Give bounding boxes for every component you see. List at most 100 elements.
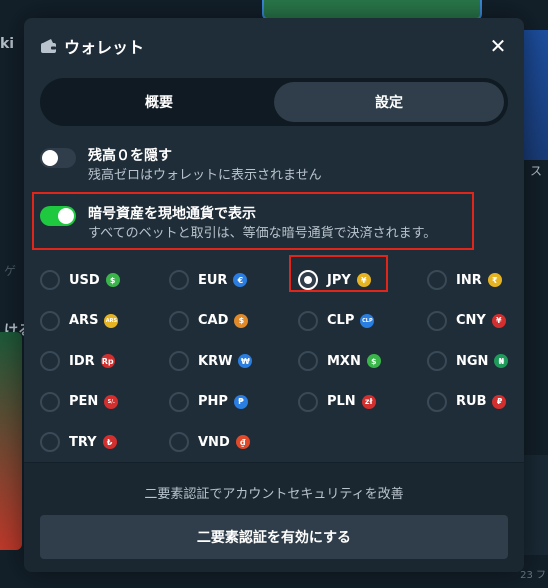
pln-currency-icon: zł bbox=[361, 394, 376, 409]
currency-radio[interactable] bbox=[298, 351, 318, 372]
ngn-currency-icon: ₦ bbox=[494, 354, 509, 369]
background-game-card bbox=[522, 455, 548, 555]
currency-radio[interactable] bbox=[298, 310, 318, 331]
currency-radio[interactable] bbox=[298, 270, 318, 291]
enable-twofa-button[interactable]: 二要素認証を有効にする bbox=[40, 515, 508, 559]
currency-code: EUR bbox=[198, 272, 228, 288]
currency-radio[interactable] bbox=[427, 310, 447, 331]
currency-option-idr[interactable]: IDR Rp bbox=[40, 341, 169, 382]
currency-option-ngn[interactable]: NGN ₦ bbox=[427, 341, 548, 382]
try-currency-icon: ₺ bbox=[102, 435, 117, 450]
currency-radio[interactable] bbox=[40, 351, 60, 372]
currency-code: VND bbox=[198, 434, 230, 450]
currency-radio[interactable] bbox=[169, 391, 189, 412]
currency-code: MXN bbox=[327, 353, 361, 369]
currency-option-pln[interactable]: PLN zł bbox=[298, 382, 427, 423]
currency-code: TRY bbox=[69, 434, 97, 450]
background-text: ス bbox=[529, 164, 542, 178]
vnd-currency-icon: ₫ bbox=[235, 435, 250, 450]
close-icon[interactable]: ✕ bbox=[488, 36, 508, 56]
currency-option-try[interactable]: TRY ₺ bbox=[40, 422, 169, 463]
currency-radio[interactable] bbox=[169, 432, 189, 453]
cny-currency-icon: ¥ bbox=[491, 313, 506, 328]
currency-option-ars[interactable]: ARS ARS bbox=[40, 301, 169, 342]
background-banner bbox=[262, 0, 482, 20]
hide-zero-label: 残高０を隠す bbox=[88, 148, 172, 164]
currency-option-usd[interactable]: USD $ bbox=[40, 260, 169, 301]
display-fiat-description: すべてのベットと取引は、等価な暗号通貨で決済されます。 bbox=[88, 226, 437, 241]
currency-code: IDR bbox=[69, 353, 95, 369]
currency-option-jpy[interactable]: JPY ¥ bbox=[298, 260, 427, 301]
tab-overview[interactable]: 概要 bbox=[44, 82, 274, 122]
currency-option-pen[interactable]: PEN S/. bbox=[40, 382, 169, 423]
background-game-card bbox=[522, 30, 548, 160]
currency-radio[interactable] bbox=[427, 270, 447, 291]
currency-radio[interactable] bbox=[169, 351, 189, 372]
twofa-prompt: 二要素認証でアカウントセキュリティを改善 bbox=[144, 487, 404, 502]
clp-currency-icon: CLP bbox=[360, 313, 375, 328]
currency-code: CAD bbox=[198, 313, 229, 329]
rub-currency-icon: ₽ bbox=[492, 394, 507, 409]
currency-radio[interactable] bbox=[40, 270, 60, 291]
ars-currency-icon: ARS bbox=[104, 313, 119, 328]
currency-option-krw[interactable]: KRW ₩ bbox=[169, 341, 298, 382]
currency-code: JPY bbox=[327, 272, 351, 288]
currency-code: RUB bbox=[456, 394, 487, 410]
currency-code: PLN bbox=[327, 394, 356, 410]
currency-radio[interactable] bbox=[40, 432, 60, 453]
currency-radio[interactable] bbox=[169, 270, 189, 291]
currency-option-rub[interactable]: RUB ₽ bbox=[427, 382, 548, 423]
display-fiat-label: 暗号資産を現地通貨で表示 bbox=[88, 206, 256, 222]
currency-code: CNY bbox=[456, 313, 486, 329]
currency-code: CLP bbox=[327, 313, 355, 329]
modal-header: ウォレット bbox=[40, 34, 144, 58]
wallet-tabs: 概要 設定 bbox=[40, 78, 508, 126]
hide-zero-setting: 残高０を隠す 残高ゼロはウォレットに表示されません bbox=[40, 146, 322, 186]
currency-radio[interactable] bbox=[427, 391, 447, 412]
currency-code: PHP bbox=[198, 394, 228, 410]
currency-option-eur[interactable]: EUR € bbox=[169, 260, 298, 301]
currency-option-cad[interactable]: CAD $ bbox=[169, 301, 298, 342]
wallet-icon bbox=[40, 38, 58, 54]
currency-option-vnd[interactable]: VND ₫ bbox=[169, 422, 298, 463]
tab-settings[interactable]: 設定 bbox=[274, 82, 504, 122]
background-text: ki bbox=[0, 36, 15, 52]
jpy-currency-icon: ¥ bbox=[356, 273, 371, 288]
eur-currency-icon: € bbox=[233, 273, 248, 288]
currency-code: KRW bbox=[198, 353, 233, 369]
currency-code: PEN bbox=[69, 394, 99, 410]
inr-currency-icon: ₹ bbox=[487, 273, 502, 288]
currency-option-cny[interactable]: CNY ¥ bbox=[427, 301, 548, 342]
pen-currency-icon: S/. bbox=[104, 394, 119, 409]
background-text: ゲ bbox=[4, 264, 17, 278]
display-fiat-toggle[interactable] bbox=[40, 206, 76, 226]
modal-title: ウォレット bbox=[64, 38, 145, 57]
currency-radio[interactable] bbox=[298, 391, 318, 412]
cad-currency-icon: $ bbox=[234, 313, 249, 328]
display-fiat-setting: 暗号資産を現地通貨で表示 すべてのベットと取引は、等価な暗号通貨で決済されます。 bbox=[40, 204, 436, 244]
currency-radio[interactable] bbox=[169, 310, 189, 331]
currency-code: INR bbox=[456, 272, 482, 288]
currency-list: USD $ EUR € JPY ¥ INR ₹ ARS ARS CAD $ CLP CLP CNY ¥ IDR R… bbox=[40, 260, 509, 463]
background-text: 23 フ bbox=[520, 570, 546, 581]
currency-option-inr[interactable]: INR ₹ bbox=[427, 260, 548, 301]
wallet-modal: ウォレット ✕ 概要 設定 残高０を隠す 残高ゼロはウォレットに表示されません … bbox=[24, 18, 524, 572]
currency-radio[interactable] bbox=[427, 351, 447, 372]
idr-currency-icon: Rp bbox=[100, 354, 115, 369]
krw-currency-icon: ₩ bbox=[238, 354, 253, 369]
currency-option-mxn[interactable]: MXN $ bbox=[298, 341, 427, 382]
currency-radio[interactable] bbox=[40, 391, 60, 412]
currency-code: NGN bbox=[456, 353, 489, 369]
hide-zero-description: 残高ゼロはウォレットに表示されません bbox=[88, 168, 322, 183]
currency-code: ARS bbox=[69, 313, 99, 329]
currency-option-php[interactable]: PHP ₱ bbox=[169, 382, 298, 423]
currency-radio[interactable] bbox=[40, 310, 60, 331]
modal-footer: 二要素認証でアカウントセキュリティを改善 二要素認証を有効にする bbox=[24, 462, 524, 572]
mxn-currency-icon: $ bbox=[366, 354, 381, 369]
hide-zero-toggle[interactable] bbox=[40, 148, 76, 168]
usd-currency-icon: $ bbox=[105, 273, 120, 288]
currency-code: USD bbox=[69, 272, 100, 288]
php-currency-icon: ₱ bbox=[233, 394, 248, 409]
background-game-card bbox=[0, 332, 22, 550]
currency-option-clp[interactable]: CLP CLP bbox=[298, 301, 427, 342]
